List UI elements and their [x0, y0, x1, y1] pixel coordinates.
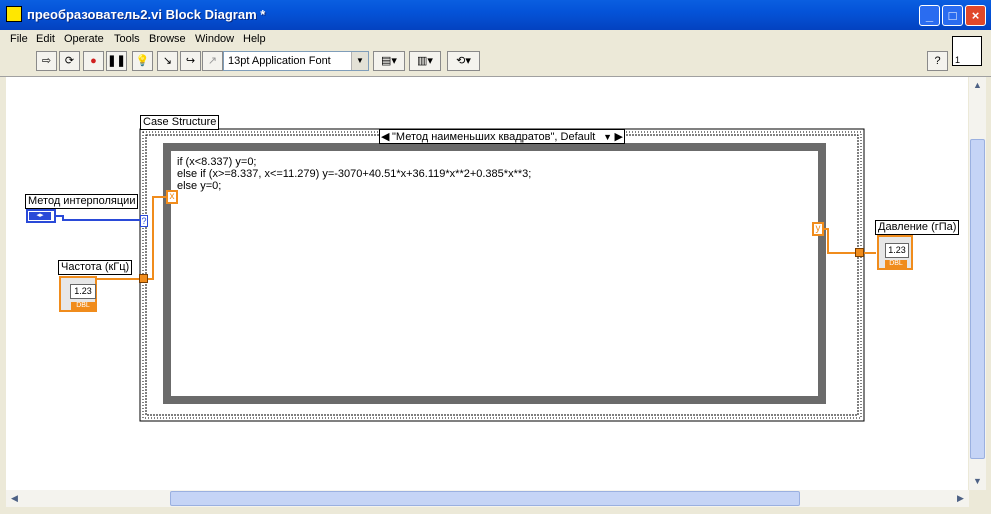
numeric-display: 1.23	[70, 284, 96, 299]
chevron-down-icon: ▼	[351, 52, 368, 70]
formula-text[interactable]: if (x<8.337) y=0; else if (x>=8.337, x<=…	[177, 156, 531, 192]
menu-help[interactable]: Help	[243, 33, 266, 45]
menu-window[interactable]: Window	[195, 33, 234, 45]
reorder-button[interactable]: ⟲▾	[447, 51, 480, 71]
toolbar: ⇨ ⟳ ● ❚❚ 💡 ↘ ↪ ↗ 13pt Application Font ▼…	[0, 49, 991, 77]
run-continuously-button[interactable]: ⟳	[59, 51, 80, 71]
vi-icon-label: 1	[955, 55, 961, 65]
pressure-label: Давление (гПа)	[875, 220, 960, 235]
font-select-value: 13pt Application Font	[228, 55, 331, 67]
menu-operate[interactable]: Operate	[64, 33, 104, 45]
window-title: преобразователь2.vi Block Diagram *	[27, 7, 266, 22]
numeric-display: 1.23	[885, 243, 909, 258]
case-selector-label: "Метод наименьших квадратов", Default	[392, 131, 596, 143]
case-selector-terminal[interactable]: ?	[140, 215, 148, 227]
abort-button[interactable]: ●	[83, 51, 104, 71]
run-button[interactable]: ⇨	[36, 51, 57, 71]
vertical-scrollbar[interactable]: ▲ ▼	[969, 77, 986, 490]
scroll-right-icon[interactable]: ▶	[952, 490, 969, 507]
close-button[interactable]: ×	[965, 5, 986, 26]
input-tunnel[interactable]	[139, 274, 148, 283]
block-diagram-canvas[interactable]: Case Structure ◀ "Метод наименьших квадр…	[6, 77, 968, 490]
minimize-button[interactable]: _	[919, 5, 940, 26]
labview-app-icon	[6, 6, 22, 22]
type-badge: DBL	[71, 302, 95, 310]
case-structure-label: Case Structure	[140, 115, 220, 130]
formula-input-x[interactable]: x	[166, 190, 178, 204]
type-badge: DBL	[885, 260, 907, 268]
menu-edit[interactable]: Edit	[36, 33, 55, 45]
menu-file[interactable]: File	[10, 33, 28, 45]
title-bar[interactable]: преобразователь2.vi Block Diagram * _ □ …	[0, 0, 991, 30]
step-over-icon[interactable]: ↪	[180, 51, 201, 71]
case-selector[interactable]: ◀ "Метод наименьших квадратов", Default …	[379, 129, 625, 144]
distribute-objects-button[interactable]: ▥▾	[409, 51, 441, 71]
align-objects-button[interactable]: ▤▾	[373, 51, 405, 71]
method-label: Метод интерполяции	[25, 194, 139, 209]
step-out-icon[interactable]: ↗	[202, 51, 223, 71]
vertical-scroll-thumb[interactable]	[970, 139, 985, 459]
scroll-down-icon[interactable]: ▼	[969, 473, 986, 490]
chevron-down-icon[interactable]: ▼	[603, 130, 612, 144]
pressure-numeric-indicator[interactable]: 1.23 DBL	[877, 235, 913, 270]
next-case-icon[interactable]: ▶	[615, 130, 623, 144]
prev-case-icon[interactable]: ◀	[381, 130, 389, 144]
method-enum-control[interactable]: ◂▸	[26, 209, 56, 223]
output-tunnel[interactable]	[855, 248, 864, 257]
menu-browse[interactable]: Browse	[149, 33, 186, 45]
scroll-up-icon[interactable]: ▲	[969, 77, 986, 94]
horizontal-scroll-thumb[interactable]	[170, 491, 800, 506]
font-select[interactable]: 13pt Application Font ▼	[223, 51, 369, 71]
menu-tools[interactable]: Tools	[114, 33, 140, 45]
formula-line: else y=0;	[177, 180, 222, 192]
maximize-button[interactable]: □	[942, 5, 963, 26]
freq-label: Частота (кГц)	[58, 260, 133, 275]
formula-line: if (x<8.337) y=0;	[177, 156, 257, 168]
help-button[interactable]: ?	[927, 51, 948, 71]
menu-bar: File Edit Operate Tools Browse Window He…	[0, 30, 991, 49]
highlight-execution-icon[interactable]: 💡	[132, 51, 153, 71]
step-into-icon[interactable]: ↘	[157, 51, 178, 71]
scroll-left-icon[interactable]: ◀	[6, 490, 23, 507]
enum-icon: ◂▸	[29, 212, 51, 220]
freq-numeric-control[interactable]: 1.23 DBL	[59, 276, 97, 312]
pause-button[interactable]: ❚❚	[106, 51, 127, 71]
formula-output-y[interactable]: y	[812, 222, 824, 236]
formula-line: else if (x>=8.337, x<=11.279) y=-3070+40…	[177, 168, 532, 180]
horizontal-scrollbar[interactable]: ◀ ▶	[6, 490, 969, 507]
vi-icon[interactable]: 1	[952, 36, 982, 66]
